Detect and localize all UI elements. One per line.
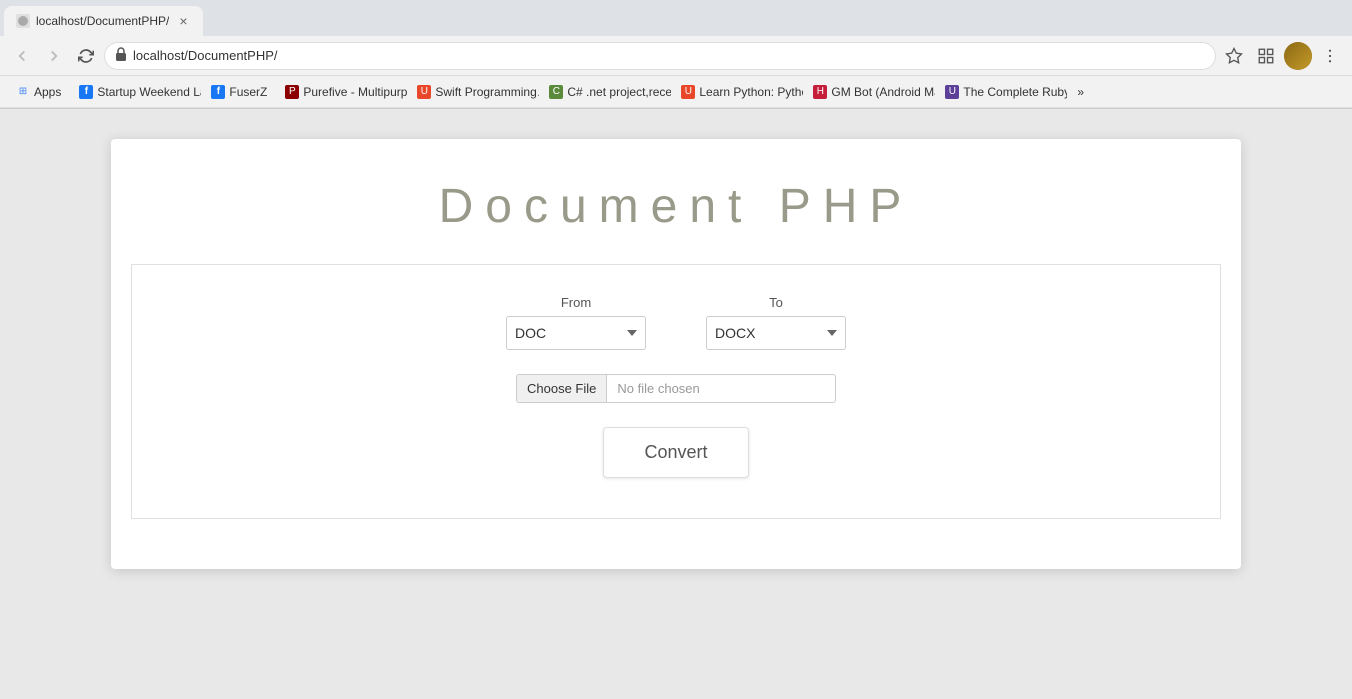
reload-button[interactable] <box>72 42 100 70</box>
from-label: From <box>506 295 646 310</box>
from-group: From DOC DOCX PDF ODT <box>506 295 646 350</box>
purefive-favicon: P <box>285 85 299 99</box>
bookmark-python[interactable]: U Learn Python: Pytho… <box>673 81 803 103</box>
bookmark-apps[interactable]: ⊞ Apps <box>8 81 69 103</box>
bookmark-ruby-label: The Complete Ruby… <box>963 85 1067 99</box>
bookmark-csharp-label: C# .net project,recen… <box>567 85 671 99</box>
bookmark-fuserz[interactable]: f FuserZ <box>203 81 275 103</box>
convert-button[interactable]: Convert <box>603 427 748 478</box>
active-tab[interactable]: localhost/DocumentPHP/ × <box>4 6 203 36</box>
file-input-wrapper: Choose File No file chosen <box>516 374 836 403</box>
converter-box: From DOC DOCX PDF ODT To DOCX DOC PDF OD… <box>131 264 1221 519</box>
apps-favicon: ⊞ <box>16 85 30 99</box>
bookmark-more[interactable]: » <box>1069 81 1092 103</box>
browser-chrome: localhost/DocumentPHP/ × localhost/Docum… <box>0 0 1352 109</box>
tab-grid-button[interactable] <box>1252 42 1280 70</box>
python-favicon: U <box>681 85 695 99</box>
from-select[interactable]: DOC DOCX PDF ODT <box>506 316 646 350</box>
bookmarks-bar: ⊞ Apps f Startup Weekend La… f FuserZ P … <box>0 76 1352 108</box>
more-label: » <box>1077 85 1084 99</box>
tab-favicon <box>16 14 30 28</box>
format-row: From DOC DOCX PDF ODT To DOCX DOC PDF OD… <box>506 295 846 350</box>
choose-file-button[interactable]: Choose File <box>517 375 607 402</box>
gmbot-favicon: H <box>813 85 827 99</box>
to-label: To <box>706 295 846 310</box>
swift-favicon: U <box>417 85 431 99</box>
bookmark-csharp[interactable]: C C# .net project,recen… <box>541 81 671 103</box>
back-button[interactable] <box>8 42 36 70</box>
fuserz-favicon: f <box>211 85 225 99</box>
bookmark-fuserz-label: FuserZ <box>229 85 267 99</box>
to-group: To DOCX DOC PDF ODT <box>706 295 846 350</box>
user-avatar[interactable] <box>1284 42 1312 70</box>
tab-close-button[interactable]: × <box>175 13 191 29</box>
address-bar[interactable]: localhost/DocumentPHP/ <box>104 42 1216 70</box>
bookmark-python-label: Learn Python: Pytho… <box>699 85 803 99</box>
bookmark-apps-label: Apps <box>34 85 61 99</box>
bookmark-ruby[interactable]: U The Complete Ruby… <box>937 81 1067 103</box>
url-text: localhost/DocumentPHP/ <box>133 48 1183 63</box>
bookmark-swift[interactable]: U Swift Programming… <box>409 81 539 103</box>
forward-button[interactable] <box>40 42 68 70</box>
ruby-favicon: U <box>945 85 959 99</box>
security-icon <box>115 47 127 64</box>
bookmark-swift-label: Swift Programming… <box>435 85 539 99</box>
file-name-display: No file chosen <box>607 375 835 402</box>
page-content: Document PHP From DOC DOCX PDF ODT To D <box>0 109 1352 699</box>
bookmark-gmbot-label: GM Bot (Android Ma… <box>831 85 935 99</box>
bookmark-startup-label: Startup Weekend La… <box>97 85 201 99</box>
main-card: Document PHP From DOC DOCX PDF ODT To D <box>111 139 1241 569</box>
bookmark-startup[interactable]: f Startup Weekend La… <box>71 81 201 103</box>
menu-button[interactable] <box>1316 42 1344 70</box>
csharp-favicon: C <box>549 85 563 99</box>
bookmark-purefive-label: Purefive - Multipurp… <box>303 85 407 99</box>
bookmark-star-button[interactable] <box>1220 42 1248 70</box>
file-input-row: Choose File No file chosen <box>516 374 836 403</box>
tab-bar: localhost/DocumentPHP/ × <box>0 0 1352 36</box>
nav-bar: localhost/DocumentPHP/ <box>0 36 1352 76</box>
bookmark-gmbot[interactable]: H GM Bot (Android Ma… <box>805 81 935 103</box>
nav-icons-right <box>1220 42 1344 70</box>
tab-title: localhost/DocumentPHP/ <box>36 14 169 28</box>
startup-favicon: f <box>79 85 93 99</box>
bookmark-purefive[interactable]: P Purefive - Multipurp… <box>277 81 407 103</box>
app-title: Document PHP <box>439 179 914 234</box>
to-select[interactable]: DOCX DOC PDF ODT <box>706 316 846 350</box>
